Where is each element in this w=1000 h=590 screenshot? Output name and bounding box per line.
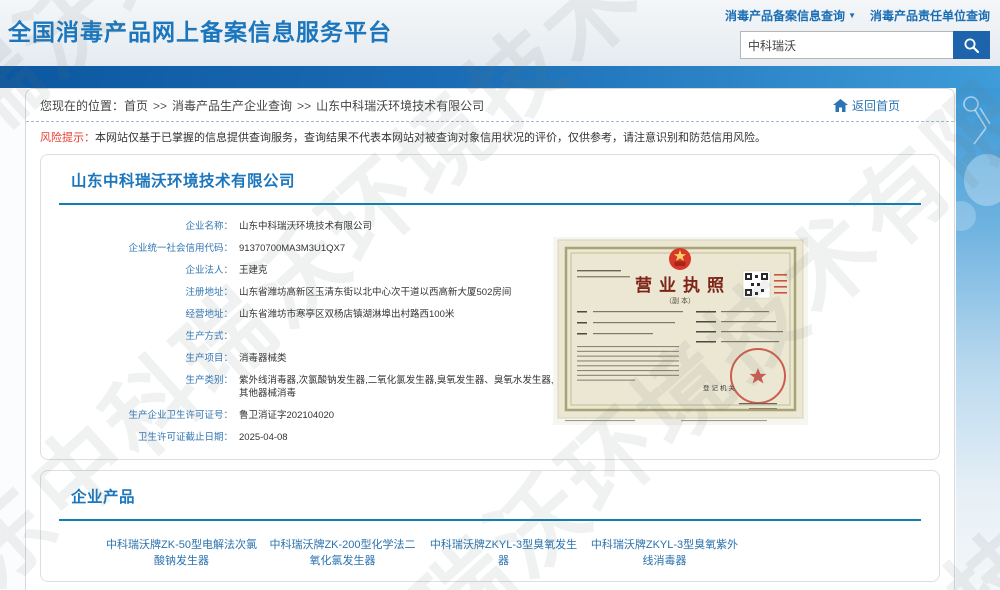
field-label: 生产方式： — [41, 330, 233, 343]
site-title: 全国消毒产品网上备案信息服务平台 — [8, 13, 392, 47]
business-license-image: 营业执照 （副 本） — [553, 237, 808, 425]
license-subtitle: （副 本） — [665, 296, 695, 305]
search-icon — [963, 37, 980, 54]
field-value: 山东省潍坊高新区玉清东街以北中心次干道以西高新大厦502房间 — [239, 286, 511, 299]
company-products-box: 企业产品 中科瑞沃牌ZK-50型电解法次氯酸钠发生器 中科瑞沃牌ZK-200型化… — [40, 470, 940, 582]
field-value: 山东中科瑞沃环境技术有限公司 — [239, 220, 372, 233]
field-label: 生产类别： — [41, 374, 233, 400]
risk-tip-text: 本网站仅基于已掌握的信息提供查询服务，查询结果不代表本网站对被查询对象信用状况的… — [95, 132, 766, 144]
company-name-heading: 山东中科瑞沃环境技术有限公司 — [41, 155, 939, 191]
field-value: 2025-04-08 — [239, 431, 288, 444]
risk-tip-label: 风险提示： — [40, 132, 95, 144]
field-label: 卫生许可证截止日期： — [41, 431, 233, 444]
top-links: 消毒产品备案信息查询 ▼ 消毒产品责任单位查询 — [740, 7, 990, 24]
field-value: 91370700MA3M3U1QX7 — [239, 242, 345, 255]
field-label: 生产项目： — [41, 352, 233, 365]
link-responsible-unit-query[interactable]: 消毒产品责任单位查询 — [870, 7, 990, 24]
field-value: 紫外线消毒器,次氯酸钠发生器,二氧化氯发生器,臭氧发生器、臭氧水发生器,其他器械… — [239, 374, 555, 400]
field-label: 经营地址： — [41, 308, 233, 321]
breadcrumb: 您现在的位置： 首页 >> 消毒产品生产企业查询 >> 山东中科瑞沃环境技术有限… — [40, 97, 484, 114]
breadcrumb-enterprise-query-link[interactable]: 消毒产品生产企业查询 — [172, 97, 292, 114]
field-label: 企业统一社会信用代码： — [41, 242, 233, 255]
home-icon — [833, 99, 848, 112]
link-responsible-unit-query-label: 消毒产品责任单位查询 — [870, 7, 990, 24]
product-list: 中科瑞沃牌ZK-50型电解法次氯酸钠发生器 中科瑞沃牌ZK-200型化学法二氧化… — [41, 537, 939, 569]
blue-band-divider — [0, 66, 1000, 88]
product-link-zkyl3-ozone[interactable]: 中科瑞沃牌ZKYL-3型臭氧发生器 — [425, 537, 582, 569]
back-home-label: 返回首页 — [852, 97, 900, 114]
product-link-zkyl3-uv[interactable]: 中科瑞沃牌ZKYL-3型臭氧紫外线消毒器 — [586, 537, 743, 569]
search-button[interactable] — [953, 31, 990, 59]
field-value: 王建克 — [239, 264, 268, 277]
breadcrumb-row: 您现在的位置： 首页 >> 消毒产品生产企业查询 >> 山东中科瑞沃环境技术有限… — [26, 89, 954, 122]
product-link-zk200[interactable]: 中科瑞沃牌ZK-200型化学法二氧化氯发生器 — [264, 537, 421, 569]
section-divider — [59, 203, 921, 205]
info-row-license-expiry: 卫生许可证截止日期： 2025-04-08 — [41, 431, 939, 444]
field-label: 生产企业卫生许可证号： — [41, 409, 233, 422]
info-row-name: 企业名称： 山东中科瑞沃环境技术有限公司 — [41, 220, 939, 233]
field-label: 注册地址： — [41, 286, 233, 299]
section-divider — [59, 519, 921, 521]
search-input[interactable] — [740, 31, 953, 59]
breadcrumb-current: 山东中科瑞沃环境技术有限公司 — [316, 97, 484, 114]
field-value: 山东省潍坊市寒亭区双杨店镇湖淋埠出村路西100米 — [239, 308, 454, 321]
company-info-box: 山东中科瑞沃环境技术有限公司 企业名称： 山东中科瑞沃环境技术有限公司 企业统一… — [40, 154, 940, 460]
field-label: 企业法人： — [41, 264, 233, 277]
content-panel: 您现在的位置： 首页 >> 消毒产品生产企业查询 >> 山东中科瑞沃环境技术有限… — [25, 88, 955, 590]
risk-tip: 风险提示：本网站仅基于已掌握的信息提供查询服务，查询结果不代表本网站对被查询对象… — [40, 131, 940, 145]
product-link-zk50[interactable]: 中科瑞沃牌ZK-50型电解法次氯酸钠发生器 — [103, 537, 260, 569]
background-right-strip — [956, 88, 1000, 590]
link-record-info-query[interactable]: 消毒产品备案信息查询 ▼ — [725, 7, 856, 24]
search-bar — [740, 31, 990, 59]
breadcrumb-separator: >> — [297, 99, 311, 113]
field-value: 鲁卫消证字202104020 — [239, 409, 334, 422]
back-home-link[interactable]: 返回首页 — [833, 97, 900, 114]
link-record-info-query-label: 消毒产品备案信息查询 — [725, 7, 845, 24]
field-label: 企业名称： — [41, 220, 233, 233]
main-area: 您现在的位置： 首页 >> 消毒产品生产企业查询 >> 山东中科瑞沃环境技术有限… — [0, 88, 1000, 590]
license-title: 营业执照 — [635, 275, 731, 296]
caret-down-icon: ▼ — [848, 11, 856, 20]
field-value: 消毒器械类 — [239, 352, 287, 365]
header-right: 消毒产品备案信息查询 ▼ 消毒产品责任单位查询 — [740, 7, 990, 59]
molecule-graphic — [956, 88, 1000, 293]
breadcrumb-separator: >> — [153, 99, 167, 113]
products-heading: 企业产品 — [41, 471, 939, 507]
site-header: 全国消毒产品网上备案信息服务平台 消毒产品备案信息查询 ▼ 消毒产品责任单位查询 — [0, 0, 1000, 66]
breadcrumb-prefix: 您现在的位置： — [40, 97, 124, 114]
page: 全国消毒产品网上备案信息服务平台 消毒产品备案信息查询 ▼ 消毒产品责任单位查询 — [0, 0, 1000, 590]
breadcrumb-home-link[interactable]: 首页 — [124, 97, 148, 114]
